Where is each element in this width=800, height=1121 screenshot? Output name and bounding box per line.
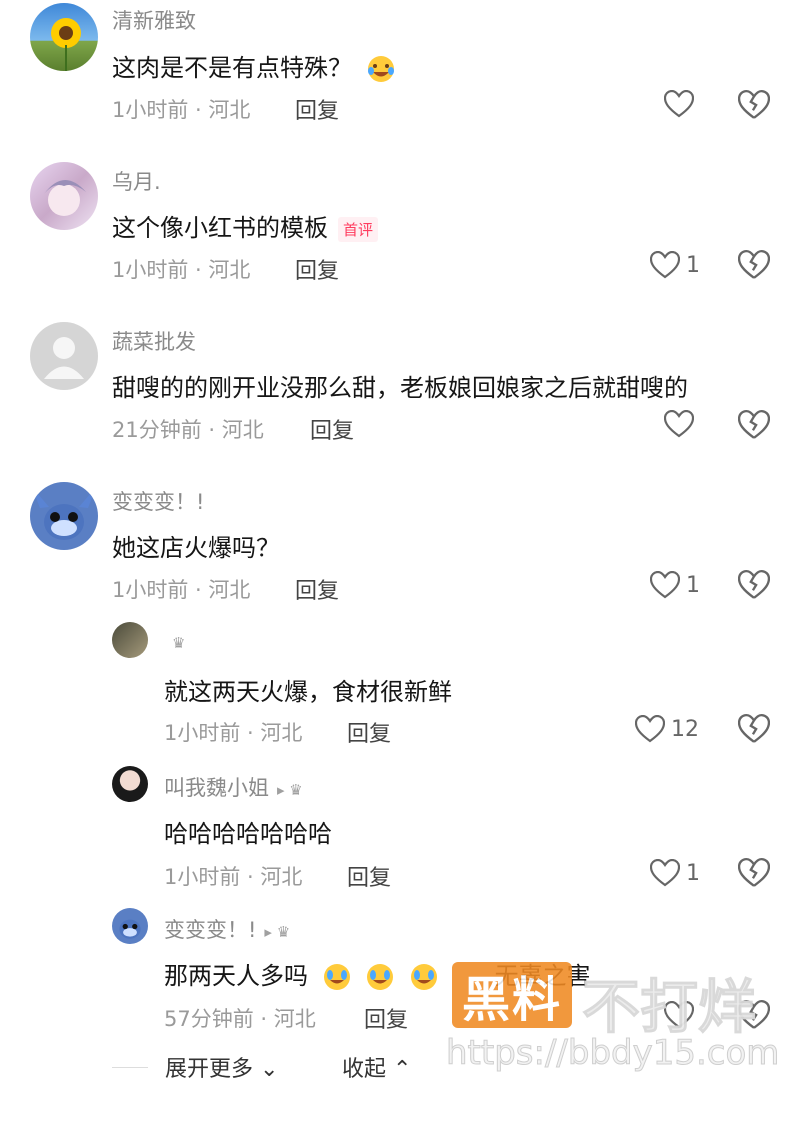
reply-button[interactable]: 回复 (310, 413, 354, 445)
heart-icon (650, 571, 680, 599)
avatar[interactable] (112, 908, 148, 944)
avatar[interactable] (30, 482, 98, 550)
first-comment-badge: 首评 (338, 216, 379, 242)
reply-time-location: 1小时前 · 河北 (164, 865, 303, 889)
reply-author[interactable]: 叫我魏小姐 ▸ ♛ (164, 772, 303, 802)
stitch-avatar-icon (119, 919, 141, 939)
heart-icon (664, 410, 694, 438)
watermark-slogan: 不打烊 (581, 973, 757, 1042)
dislike-broken-heart-icon[interactable] (738, 89, 770, 121)
reply-button[interactable]: 回复 (295, 93, 339, 125)
comment-time-location: 1小时前 · 河北 (112, 98, 251, 122)
like-button[interactable]: 1 (650, 859, 700, 887)
reply-button[interactable]: 回复 (347, 716, 391, 748)
reply-button[interactable]: 回复 (364, 1002, 408, 1034)
like-count: 12 (671, 716, 699, 742)
cry-laugh-emoji-icon (323, 964, 350, 990)
author-name: 变变变！! (164, 918, 257, 942)
crown-icon: ▸ ♛ (277, 781, 303, 799)
crown-icon: ▸ ♛ (264, 923, 291, 941)
like-button[interactable]: 1 (650, 251, 700, 279)
comment-author[interactable]: 清新雅致 (112, 5, 196, 35)
dislike-broken-heart-icon[interactable] (738, 857, 770, 889)
reply-button[interactable]: 回复 (295, 573, 339, 605)
comment-body: 这肉是不是有点特殊？ (112, 54, 352, 82)
avatar[interactable] (30, 3, 98, 71)
comment-text: 这个像小红书的模板 首评 (112, 208, 379, 243)
comment-body: 她这店火爆吗？ (112, 534, 280, 562)
comment-time-location: 21分钟前 · 河北 (112, 418, 264, 442)
expand-more-button[interactable]: 展开更多 ⌄ (165, 1051, 278, 1083)
comment-author[interactable]: 蔬菜批发 (112, 326, 196, 356)
dislike-broken-heart-icon[interactable] (738, 409, 770, 441)
default-user-icon (44, 337, 84, 379)
cry-laugh-emoji-icon (367, 964, 394, 990)
avatar[interactable] (112, 766, 148, 802)
dislike-broken-heart-icon[interactable] (738, 713, 770, 745)
watermark-logo: 黑料 (452, 962, 572, 1028)
reply-body: 哈哈哈哈哈哈哈 (164, 820, 332, 848)
anime-avatar-icon (44, 179, 86, 216)
reply-body: 就这两天火爆，食材很新鲜 (164, 678, 452, 706)
heart-icon (635, 715, 665, 743)
cry-laugh-emoji-icon (410, 964, 437, 990)
sunflower-icon (51, 18, 81, 71)
reply-button[interactable]: 回复 (295, 253, 339, 285)
heart-icon (664, 90, 694, 118)
like-button[interactable] (664, 410, 694, 438)
stitch-avatar-icon (32, 487, 96, 540)
avatar[interactable] (30, 162, 98, 230)
laugh-cry-emoji-icon (367, 56, 394, 82)
like-button[interactable]: 12 (635, 715, 699, 743)
divider-line (112, 1067, 148, 1068)
like-count: 1 (686, 860, 700, 886)
like-count: 1 (686, 252, 700, 278)
reply-author[interactable]: ♛ (164, 629, 185, 653)
reply-time-location: 1小时前 · 河北 (164, 721, 303, 745)
reply-button[interactable]: 回复 (347, 860, 391, 892)
comment-time-location: 1小时前 · 河北 (112, 258, 251, 282)
comment-text: 这肉是不是有点特殊？ (112, 48, 396, 84)
comment-time-location: 1小时前 · 河北 (112, 578, 251, 602)
collapse-button[interactable]: 收起 ⌃ (342, 1051, 411, 1083)
like-count: 1 (686, 572, 700, 598)
comment-body: 这个像小红书的模板 (112, 214, 328, 242)
avatar[interactable] (30, 322, 98, 390)
reply-author[interactable]: 变变变！! ▸ ♛ (164, 914, 290, 944)
comment-body: 甜嗖的的刚开业没那么甜，老板娘回娘家之后就甜嗖的 (112, 374, 688, 402)
reply-body: 那两天人多吗 (164, 962, 308, 990)
watermark-url: https://bbdy15.com (445, 1033, 780, 1074)
heart-icon (650, 251, 680, 279)
crown-icon: ♛ (172, 634, 186, 652)
comment-author[interactable]: 乌月. (112, 166, 161, 196)
heart-icon (650, 859, 680, 887)
like-button[interactable]: 1 (650, 571, 700, 599)
reply-time-location: 57分钟前 · 河北 (164, 1007, 316, 1031)
avatar[interactable] (112, 622, 148, 658)
dislike-broken-heart-icon[interactable] (738, 249, 770, 281)
author-name: 叫我魏小姐 (164, 776, 269, 800)
like-button[interactable] (664, 90, 694, 118)
dislike-broken-heart-icon[interactable] (738, 569, 770, 601)
comment-author[interactable]: 变变变！! (112, 486, 204, 516)
